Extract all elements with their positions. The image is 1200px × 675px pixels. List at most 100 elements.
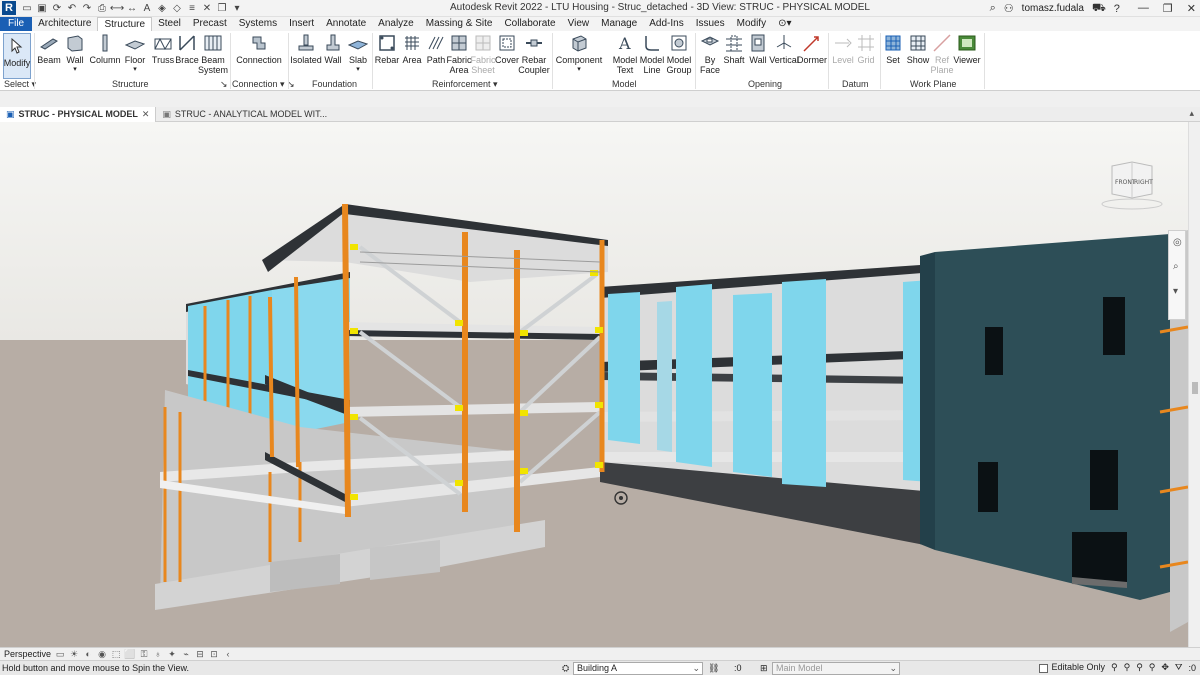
viewcube-front-face[interactable]: FRONT <box>1115 179 1136 186</box>
account-icon[interactable]: ⚇ <box>1004 2 1014 15</box>
tab-architecture[interactable]: Architecture <box>32 17 97 31</box>
view-tab-physical-model[interactable]: ▣ STRUC - PHYSICAL MODEL ✕ <box>0 106 157 122</box>
dimension-icon[interactable]: ↔ <box>125 2 139 15</box>
thin-lines-icon[interactable]: ≡ <box>185 2 199 15</box>
floor-button[interactable]: Floor ▾ <box>124 33 146 75</box>
vertical-opening-button[interactable]: Vertical <box>769 33 799 65</box>
model-group-button[interactable]: Model Group <box>666 33 692 75</box>
highlight-displacement-icon[interactable]: ⊟ <box>195 649 205 659</box>
customize-qat-icon[interactable]: ▾ <box>230 2 244 15</box>
tab-issues[interactable]: Issues <box>690 17 731 31</box>
lock-view-icon[interactable]: ⚿ <box>139 649 149 659</box>
3d-viewport[interactable]: FRONT RIGHT <box>0 122 1188 647</box>
structure-panel-expand-icon[interactable]: ↘ <box>220 79 228 90</box>
tab-systems[interactable]: Systems <box>233 17 283 31</box>
area-reinforcement-button[interactable]: Area <box>401 33 423 65</box>
visual-style-icon[interactable]: ▭ <box>55 649 65 659</box>
level-button[interactable]: Level <box>832 33 854 65</box>
tab-file[interactable]: File <box>0 17 33 31</box>
isolated-foundation-button[interactable]: Isolated <box>290 33 322 65</box>
tab-list-chevron-icon[interactable]: ▴ <box>1189 108 1194 119</box>
select-pinned-icon[interactable]: ⚲ <box>1136 662 1143 673</box>
print-icon[interactable]: ⎙ <box>95 2 109 15</box>
model-text-button[interactable]: A Model Text <box>612 33 638 75</box>
dormer-opening-button[interactable]: Dormer <box>797 33 827 65</box>
steering-wheel-icon[interactable]: ◎ <box>1173 237 1182 248</box>
help-icon[interactable]: ? <box>1114 3 1120 15</box>
active-workset-select[interactable]: Building A ⌄ <box>573 662 703 675</box>
column-button[interactable]: Column <box>90 33 121 65</box>
ribbon-toggle-icon[interactable]: ⊙▾ <box>772 17 797 31</box>
rebar-coupler-button[interactable]: Rebar Coupler <box>518 33 550 75</box>
show-work-plane-button[interactable]: Show <box>906 33 930 65</box>
open-icon[interactable]: ▭ <box>20 2 34 15</box>
truss-button[interactable]: Truss <box>152 33 174 65</box>
redo-icon[interactable]: ↷ <box>80 2 94 15</box>
set-work-plane-button[interactable]: Set <box>882 33 904 65</box>
tab-massing-site[interactable]: Massing & Site <box>420 17 499 31</box>
scrollbar-thumb[interactable] <box>1192 382 1198 394</box>
opening-by-face-button[interactable]: By Face <box>698 33 722 75</box>
view-tab-analytical-model[interactable]: ▣ STRUC - ANALYTICAL MODEL WIT... <box>156 107 333 122</box>
select-links-icon[interactable]: ⚲ <box>1111 662 1118 673</box>
section-icon[interactable]: ◇ <box>170 2 184 15</box>
switch-windows-icon[interactable]: ❐ <box>215 2 229 15</box>
brace-button[interactable]: Brace <box>175 33 199 65</box>
crop-view-icon[interactable]: ⬚ <box>111 649 121 659</box>
design-option-select[interactable]: Main Model ⌄ <box>772 662 900 675</box>
zoom-icon[interactable]: ⌕ <box>1173 261 1179 272</box>
sun-path-icon[interactable]: ☀ <box>69 649 79 659</box>
search-icon[interactable]: ⌕ <box>990 2 996 15</box>
close-tab-icon[interactable]: ✕ <box>142 109 150 120</box>
render-icon[interactable]: ◉ <box>97 649 107 659</box>
viewcube-right-face[interactable]: RIGHT <box>1134 179 1153 186</box>
ref-plane-button[interactable]: Ref Plane <box>930 33 954 75</box>
tab-precast[interactable]: Precast <box>187 17 233 31</box>
navbar-menu-icon[interactable]: ▾ <box>1173 286 1178 297</box>
design-options-icon[interactable]: ⊞ <box>760 663 768 674</box>
beam-button[interactable]: Beam <box>37 33 61 65</box>
grid-button[interactable]: Grid <box>855 33 877 65</box>
viewer-button[interactable]: Viewer <box>953 33 981 65</box>
save-icon[interactable]: ▣ <box>35 2 49 15</box>
revit-logo-icon[interactable]: R <box>2 1 16 15</box>
slab-foundation-button[interactable]: Slab ▾ <box>346 33 370 75</box>
collapse-bar-icon[interactable]: ‹ <box>223 649 233 659</box>
tab-insert[interactable]: Insert <box>283 17 320 31</box>
vertical-scrollbar[interactable] <box>1188 122 1200 647</box>
cart-icon[interactable]: ⛟ <box>1092 2 1106 16</box>
connection-button[interactable]: Connection <box>236 33 282 65</box>
editing-requests-icon[interactable]: ⛓ <box>708 663 719 674</box>
fabric-sheet-button[interactable]: Fabric Sheet <box>471 33 496 75</box>
tag-icon[interactable]: A <box>140 2 154 15</box>
show-crop-icon[interactable]: ⬜ <box>124 649 135 659</box>
tab-analyze[interactable]: Analyze <box>372 17 420 31</box>
panel-connection-label[interactable]: Connection ▾ ↘ <box>232 79 295 90</box>
close-hidden-icon[interactable]: ✕ <box>200 2 214 15</box>
sync-icon[interactable]: ⟳ <box>50 2 64 15</box>
worksets-icon[interactable]: ⛭ <box>562 663 569 674</box>
cover-button[interactable]: Cover <box>495 33 519 65</box>
component-button[interactable]: Component ▾ <box>556 33 602 75</box>
tab-collaborate[interactable]: Collaborate <box>498 17 561 31</box>
tab-manage[interactable]: Manage <box>595 17 643 31</box>
wall-opening-button[interactable]: Wall <box>747 33 769 65</box>
path-reinforcement-button[interactable]: Path <box>425 33 447 65</box>
beam-system-button[interactable]: Beam System <box>198 33 228 75</box>
select-by-face-icon[interactable]: ⚲ <box>1149 662 1156 673</box>
shaft-opening-button[interactable]: Shaft <box>722 33 746 65</box>
filter-icon[interactable]: ⛛ <box>1175 662 1183 673</box>
drag-on-selection-icon[interactable]: ✥ <box>1161 662 1169 673</box>
wall-foundation-button[interactable]: Wall <box>322 33 344 65</box>
select-underlay-icon[interactable]: ⚲ <box>1124 662 1131 673</box>
editable-only-toggle[interactable]: Editable Only <box>1039 662 1105 673</box>
tab-annotate[interactable]: Annotate <box>320 17 372 31</box>
rebar-button[interactable]: Rebar <box>375 33 399 65</box>
3d-view-icon[interactable]: ◈ <box>155 2 169 15</box>
shadows-icon[interactable]: ◐ <box>83 649 93 659</box>
tab-view[interactable]: View <box>562 17 596 31</box>
tab-modify[interactable]: Modify <box>731 17 772 31</box>
reveal-hidden-icon[interactable]: ✦ <box>167 649 177 659</box>
tab-steel[interactable]: Steel <box>152 17 187 31</box>
maximize-button[interactable]: ❐ <box>1163 2 1173 15</box>
